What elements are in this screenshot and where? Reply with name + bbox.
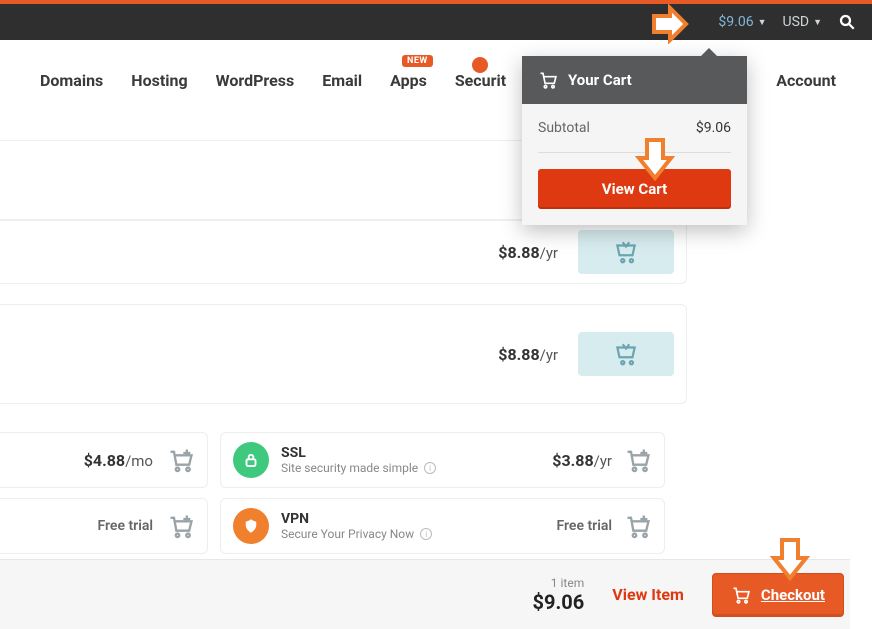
add-to-cart-icon[interactable] (167, 446, 195, 474)
addons: $4.88/mo SSL Site security made simplei … (0, 432, 665, 554)
caret-down-icon: ▼ (813, 17, 822, 28)
cart-added-icon (613, 239, 639, 265)
addon-price: $4.88/mo (84, 451, 153, 470)
nav-apps-label: Apps (390, 71, 427, 90)
add-to-cart-icon[interactable] (167, 512, 195, 540)
nav-email[interactable]: Email (322, 71, 362, 90)
domain-price: $8.88/yr (498, 243, 558, 262)
cart-item-count: 1 item (533, 576, 585, 590)
cart-subtotal-label: Subtotal (538, 120, 590, 136)
new-badge: NEW (402, 55, 433, 67)
annotation-arrow-icon (650, 4, 690, 44)
search-icon[interactable] (838, 13, 856, 31)
checkout-label: Checkout (761, 586, 825, 604)
nav-hosting[interactable]: Hosting (131, 71, 187, 90)
domain-results: $8.88/yr $8.88/yr (0, 220, 687, 416)
addon-ssl-card: SSL Site security made simplei $3.88/yr (220, 432, 665, 488)
domain-result-row: $8.88/yr (0, 304, 687, 404)
currency-selector[interactable]: USD (783, 14, 810, 30)
view-item-link[interactable]: View Item (612, 585, 684, 604)
cart-icon (731, 585, 751, 605)
caret-down-icon: ▼ (758, 17, 767, 28)
addon-left-card: Free trial (0, 498, 208, 554)
cart-dropdown-header: Your Cart (522, 56, 747, 104)
annotation-arrow-icon (635, 136, 675, 182)
add-to-cart-button[interactable] (578, 332, 674, 376)
info-icon[interactable]: i (424, 462, 436, 474)
nav-apps[interactable]: NEW Apps (390, 71, 427, 90)
info-icon[interactable]: i (420, 528, 432, 540)
cart-total: $9.06 (533, 590, 585, 614)
addon-left-card: $4.88/mo (0, 432, 208, 488)
domain-price: $8.88/yr (498, 345, 558, 364)
nav-security[interactable]: Securit (455, 71, 506, 90)
cart-summary: 1 item $9.06 (533, 576, 585, 614)
nav-account[interactable]: Account (776, 71, 836, 90)
add-to-cart-button[interactable] (578, 230, 674, 274)
cart-dropdown-title: Your Cart (568, 71, 632, 89)
nav-wordpress[interactable]: WordPress (216, 71, 295, 90)
top-bar: $9.06 ▼ USD ▼ (0, 0, 872, 40)
cart-subtotal-value: $9.06 (696, 120, 731, 136)
shield-icon (233, 508, 269, 544)
add-to-cart-icon[interactable] (624, 512, 652, 540)
addon-subtitle: Site security made simplei (281, 461, 436, 475)
domain-result-row: $8.88/yr (0, 220, 687, 284)
addon-title: SSL (281, 445, 436, 461)
cart-total-link[interactable]: $9.06 (718, 14, 753, 30)
add-to-cart-icon[interactable] (624, 446, 652, 474)
notification-dot-icon (472, 57, 488, 73)
nav-domains[interactable]: Domains (40, 71, 103, 90)
nav-security-label: Securit (455, 71, 506, 90)
addon-subtitle: Secure Your Privacy Nowi (281, 527, 432, 541)
cart-icon (538, 70, 558, 90)
addon-price: $3.88/yr (552, 451, 612, 470)
cart-footer: 1 item $9.06 View Item Checkout (0, 559, 850, 629)
addon-freetrial-label: Free trial (97, 518, 153, 534)
addon-vpn-card: VPN Secure Your Privacy Nowi Free trial (220, 498, 665, 554)
cart-added-icon (613, 341, 639, 367)
addon-freetrial-label: Free trial (556, 518, 612, 534)
addon-title: VPN (281, 511, 432, 527)
lock-icon (233, 442, 269, 478)
annotation-arrow-icon (770, 536, 810, 582)
